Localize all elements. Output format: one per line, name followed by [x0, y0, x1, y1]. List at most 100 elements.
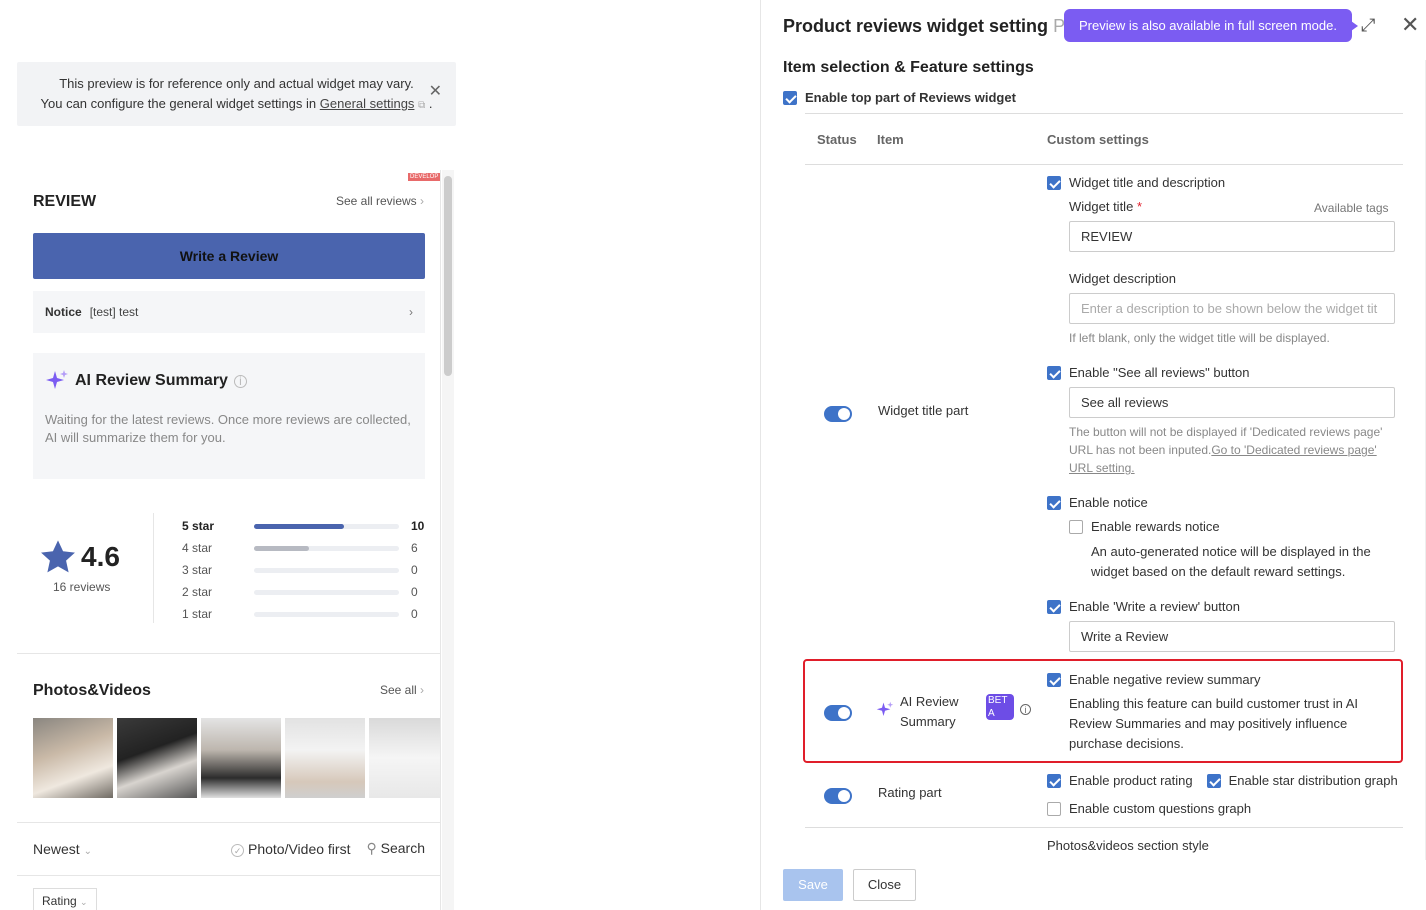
- rating-value: 4.6: [81, 541, 120, 572]
- widget-desc-label: Widget description: [1069, 271, 1176, 286]
- settings-pane: Product reviews widget setting P Preview…: [760, 0, 1426, 910]
- distribution-count: 0: [411, 607, 418, 621]
- distribution-track: [254, 545, 399, 551]
- widget-title-label: Widget title *: [1069, 199, 1142, 214]
- notice-row[interactable]: Notice [test] test ›: [33, 291, 425, 333]
- distribution-fill: [254, 545, 310, 551]
- notice-text: [test] test: [89, 305, 139, 319]
- settings-title-text: Product reviews widget setting: [783, 16, 1049, 36]
- widget-desc-input[interactable]: Enter a description to be shown below th…: [1069, 293, 1395, 324]
- expand-icon[interactable]: ⤢: [1361, 15, 1375, 36]
- external-link-icon: ⧉: [418, 100, 426, 111]
- save-button[interactable]: Save: [783, 869, 843, 901]
- scrollbar-thumb[interactable]: [444, 176, 452, 376]
- photos-videos-title: Photos&Videos: [33, 682, 151, 699]
- distribution-row: 3 star 0: [182, 559, 426, 581]
- beta-badge: BETA: [986, 694, 1014, 720]
- photos-see-all-label: See all: [379, 683, 417, 697]
- close-button[interactable]: Close: [853, 869, 916, 901]
- photo-first-label: Photo/Video first: [248, 840, 351, 857]
- see-all-input[interactable]: See all reviews: [1069, 387, 1395, 418]
- notice-checkbox[interactable]: [1047, 495, 1061, 510]
- title-desc-checkbox[interactable]: [1047, 175, 1061, 190]
- review-photo[interactable]: [285, 718, 365, 798]
- see-all-label: See all reviews: [335, 194, 417, 208]
- write-input[interactable]: Write a Review: [1069, 621, 1395, 652]
- product-rating-checkbox[interactable]: [1047, 773, 1061, 788]
- sort-bar: Newest ⌄ ✓ Photo/Video first ⚲ Search: [33, 840, 425, 857]
- preview-pane: This preview is for reference only and a…: [0, 0, 760, 910]
- url-setting-link[interactable]: URL setting.: [1069, 459, 1399, 477]
- title-part-toggle[interactable]: [824, 406, 852, 422]
- sparkle-icon: [876, 701, 894, 716]
- dedicated-page-link[interactable]: Go to 'Dedicated reviews page': [1211, 443, 1376, 457]
- distribution-label: 1 star: [182, 607, 213, 621]
- distribution-label: 2 star: [182, 585, 213, 599]
- ai-summary-toggle[interactable]: [824, 705, 852, 721]
- divider: [153, 513, 154, 623]
- rewards-checkbox[interactable]: [1069, 519, 1083, 534]
- rating-filter-dropdown[interactable]: Rating ⌄: [33, 888, 97, 910]
- table-header: Status Item Custom settings: [805, 113, 1403, 165]
- reviews-widget: REVIEW See all reviews › Write a Review …: [17, 170, 441, 910]
- divider: [17, 875, 440, 876]
- col-status: Status: [817, 132, 857, 147]
- product-rating-row: Enable product rating Enable star distri…: [1047, 773, 1398, 788]
- info-icon[interactable]: i: [1020, 704, 1031, 715]
- see-all-checkbox[interactable]: [1047, 365, 1061, 380]
- close-icon[interactable]: ✕: [429, 82, 442, 102]
- section-title: Item selection & Feature settings: [783, 59, 1034, 76]
- available-tags-link[interactable]: Available tags: [1314, 199, 1389, 217]
- notice-row: Enable notice: [1047, 495, 1148, 510]
- widget-title-input[interactable]: REVIEW: [1069, 221, 1395, 252]
- distribution-track: [254, 611, 399, 617]
- info-icon[interactable]: i: [233, 374, 247, 388]
- notice-label: Notice: [45, 305, 82, 319]
- photo-first-filter[interactable]: ✓ Photo/Video first: [231, 841, 350, 857]
- distribution-count: 0: [411, 563, 418, 577]
- custom-questions-checkbox[interactable]: [1047, 801, 1061, 816]
- ai-summary-box: AI Review Summary i Waiting for the late…: [33, 353, 425, 479]
- rewards-row: Enable rewards notice: [1069, 519, 1220, 534]
- chevron-right-icon: ›: [409, 305, 413, 319]
- widget-title-text: Widget title: [1069, 199, 1134, 214]
- review-photo[interactable]: [33, 718, 113, 798]
- rating-part-toggle[interactable]: [824, 788, 852, 804]
- write-checkbox[interactable]: [1047, 599, 1061, 614]
- general-settings-link[interactable]: General settings: [320, 96, 415, 111]
- enable-top-checkbox[interactable]: [783, 90, 797, 105]
- star-distribution-checkbox[interactable]: [1206, 773, 1221, 788]
- see-all-row: Enable "See all reviews" button: [1047, 365, 1250, 380]
- check-circle-icon: ✓: [231, 843, 245, 857]
- photos-see-all-link[interactable]: See all ›: [380, 683, 424, 697]
- ai-item-line2: Summary: [900, 714, 956, 729]
- rewards-chk-label: Enable rewards notice: [1091, 519, 1220, 534]
- col-custom: Custom settings: [1047, 132, 1149, 147]
- write-chk-label: Enable 'Write a review' button: [1069, 599, 1240, 614]
- ai-desc-line2: Review Summaries and may positively infl…: [1069, 716, 1348, 731]
- distribution-row: 5 star 10: [182, 515, 426, 537]
- write-review-button[interactable]: Write a Review: [33, 233, 425, 279]
- negative-summary-checkbox[interactable]: [1047, 672, 1061, 687]
- rewards-desc: An auto-generated notice will be display…: [1091, 542, 1371, 582]
- review-photo[interactable]: [117, 718, 197, 798]
- average-rating: 4.6: [39, 538, 120, 576]
- ai-summary-text: Waiting for the latest reviews. Once mor…: [45, 412, 411, 445]
- widget-title: REVIEW: [33, 193, 97, 210]
- search-button[interactable]: ⚲ Search: [366, 840, 425, 857]
- review-photo[interactable]: [201, 718, 281, 798]
- distribution-row: 2 star 0: [182, 581, 426, 603]
- distribution-track: [254, 567, 399, 573]
- title-desc-row: Widget title and description: [1047, 175, 1225, 190]
- close-icon[interactable]: ✕: [1401, 12, 1419, 38]
- see-all-chk-label: Enable "See all reviews" button: [1069, 365, 1250, 380]
- distribution-count: 6: [411, 541, 418, 555]
- ai-item-line1: AI Review: [900, 694, 959, 709]
- sort-dropdown[interactable]: Newest ⌄: [33, 841, 92, 857]
- rating-filter-label: Rating: [42, 894, 77, 908]
- divider: [805, 827, 1403, 828]
- see-all-reviews-link[interactable]: See all reviews ›: [336, 194, 424, 208]
- rewards-desc-line1: An auto-generated notice will be display…: [1091, 544, 1371, 559]
- review-photo[interactable]: [369, 718, 440, 798]
- see-all-hint: The button will not be displayed if 'Ded…: [1069, 423, 1399, 477]
